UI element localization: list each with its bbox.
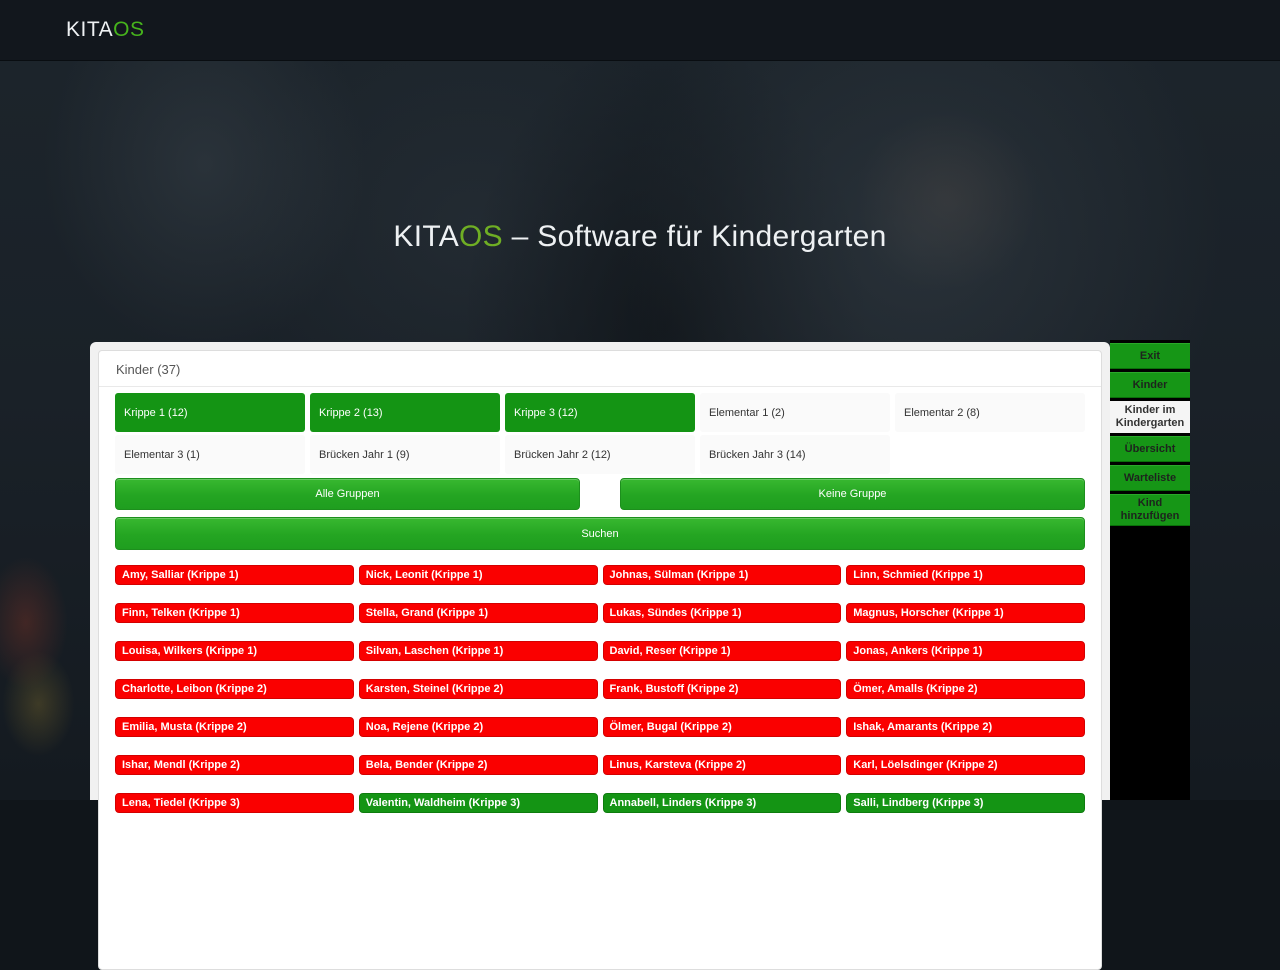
kinder-card: Kinder (37) Krippe 1 (12)Krippe 2 (13)Kr… (98, 350, 1102, 970)
child-button-david-reser-krippe-1[interactable]: David, Reser (Krippe 1) (603, 641, 842, 661)
group-button-brücken-jahr-3-14[interactable]: Brücken Jahr 3 (14) (700, 435, 890, 474)
sidebar-item-übersicht[interactable]: Übersicht (1110, 436, 1190, 462)
page-title: Kinder (37) (99, 351, 1101, 387)
group-button-krippe-2-13[interactable]: Krippe 2 (13) (310, 393, 500, 432)
group-button-krippe-1-12[interactable]: Krippe 1 (12) (115, 393, 305, 432)
group-button-elementar-3-1[interactable]: Elementar 3 (1) (115, 435, 305, 474)
child-button-karl-löelsdinger-krippe-2[interactable]: Karl, Löelsdinger (Krippe 2) (846, 755, 1085, 775)
groups-grid: Krippe 1 (12)Krippe 2 (13)Krippe 3 (12)E… (115, 393, 1085, 474)
hero-title: KITAOS – Software für Kindergarten (0, 220, 1280, 254)
child-button-ömer-amalls-krippe-2[interactable]: Ömer, Amalls (Krippe 2) (846, 679, 1085, 699)
no-group-button[interactable]: Keine Gruppe (620, 478, 1085, 510)
child-button-ölmer-bugal-krippe-2[interactable]: Ölmer, Bugal (Krippe 2) (603, 717, 842, 737)
child-button-bela-bender-krippe-2[interactable]: Bela, Bender (Krippe 2) (359, 755, 598, 775)
child-button-lukas-sündes-krippe-1[interactable]: Lukas, Sündes (Krippe 1) (603, 603, 842, 623)
sidebar-item-kind-hinzufügen[interactable]: Kind hinzufügen (1110, 494, 1190, 526)
content-panel: Kinder (37) Krippe 1 (12)Krippe 2 (13)Kr… (90, 342, 1110, 800)
top-bar: KITAOS (0, 0, 1280, 61)
sidebar-menu: Exit Kinder Kinder im Kindergarten Übersich… (1110, 340, 1190, 800)
sidebar-item-kinder-im-kindergarten[interactable]: Kinder im Kindergarten (1110, 401, 1190, 433)
child-button-salli-lindberg-krippe-3[interactable]: Salli, Lindberg (Krippe 3) (846, 793, 1085, 813)
children-grid: Amy, Salliar (Krippe 1)Nick, Leonit (Kri… (115, 565, 1085, 813)
hero-title-os: OS (459, 220, 503, 253)
sidebar-item-exit[interactable]: Exit (1110, 343, 1190, 369)
sidebar-item-warteliste[interactable]: Warteliste (1110, 465, 1190, 491)
child-button-louisa-wilkers-krippe-1[interactable]: Louisa, Wilkers (Krippe 1) (115, 641, 354, 661)
child-button-charlotte-leibon-krippe-2[interactable]: Charlotte, Leibon (Krippe 2) (115, 679, 354, 699)
child-button-finn-telken-krippe-1[interactable]: Finn, Telken (Krippe 1) (115, 603, 354, 623)
group-actions: Alle Gruppen Keine Gruppe (115, 478, 1085, 510)
child-button-lena-tiedel-krippe-3[interactable]: Lena, Tiedel (Krippe 3) (115, 793, 354, 813)
sidebar-item-kinder[interactable]: Kinder (1110, 372, 1190, 398)
logo-os-text: OS (113, 18, 144, 41)
child-button-annabell-linders-krippe-3[interactable]: Annabell, Linders (Krippe 3) (603, 793, 842, 813)
group-button-krippe-3-12[interactable]: Krippe 3 (12) (505, 393, 695, 432)
child-button-karsten-steinel-krippe-2[interactable]: Karsten, Steinel (Krippe 2) (359, 679, 598, 699)
group-button-elementar-1-2[interactable]: Elementar 1 (2) (700, 393, 890, 432)
child-button-noa-rejene-krippe-2[interactable]: Noa, Rejene (Krippe 2) (359, 717, 598, 737)
child-button-emilia-musta-krippe-2[interactable]: Emilia, Musta (Krippe 2) (115, 717, 354, 737)
app-logo: KITAOS (66, 18, 144, 42)
child-button-johnas-sülman-krippe-1[interactable]: Johnas, Sülman (Krippe 1) (603, 565, 842, 585)
child-button-silvan-laschen-krippe-1[interactable]: Silvan, Laschen (Krippe 1) (359, 641, 598, 661)
child-button-nick-leonit-krippe-1[interactable]: Nick, Leonit (Krippe 1) (359, 565, 598, 585)
child-button-ishar-mendl-krippe-2[interactable]: Ishar, Mendl (Krippe 2) (115, 755, 354, 775)
child-button-linn-schmied-krippe-1[interactable]: Linn, Schmied (Krippe 1) (846, 565, 1085, 585)
hero-title-rest: – Software für Kindergarten (503, 220, 887, 253)
search-button[interactable]: Suchen (115, 517, 1085, 550)
logo-kita-text: KITA (66, 18, 113, 41)
child-button-ishak-amarants-krippe-2[interactable]: Ishak, Amarants (Krippe 2) (846, 717, 1085, 737)
group-button-brücken-jahr-1-9[interactable]: Brücken Jahr 1 (9) (310, 435, 500, 474)
all-groups-button[interactable]: Alle Gruppen (115, 478, 580, 510)
child-button-jonas-ankers-krippe-1[interactable]: Jonas, Ankers (Krippe 1) (846, 641, 1085, 661)
child-button-magnus-horscher-krippe-1[interactable]: Magnus, Horscher (Krippe 1) (846, 603, 1085, 623)
child-button-amy-salliar-krippe-1[interactable]: Amy, Salliar (Krippe 1) (115, 565, 354, 585)
child-button-frank-bustoff-krippe-2[interactable]: Frank, Bustoff (Krippe 2) (603, 679, 842, 699)
group-button-brücken-jahr-2-12[interactable]: Brücken Jahr 2 (12) (505, 435, 695, 474)
group-button-elementar-2-8[interactable]: Elementar 2 (8) (895, 393, 1085, 432)
child-button-valentin-waldheim-krippe-3[interactable]: Valentin, Waldheim (Krippe 3) (359, 793, 598, 813)
child-button-linus-karsteva-krippe-2[interactable]: Linus, Karsteva (Krippe 2) (603, 755, 842, 775)
card-content: Krippe 1 (12)Krippe 2 (13)Krippe 3 (12)E… (99, 387, 1101, 829)
child-button-stella-grand-krippe-1[interactable]: Stella, Grand (Krippe 1) (359, 603, 598, 623)
hero-title-kita: KITA (393, 220, 459, 253)
